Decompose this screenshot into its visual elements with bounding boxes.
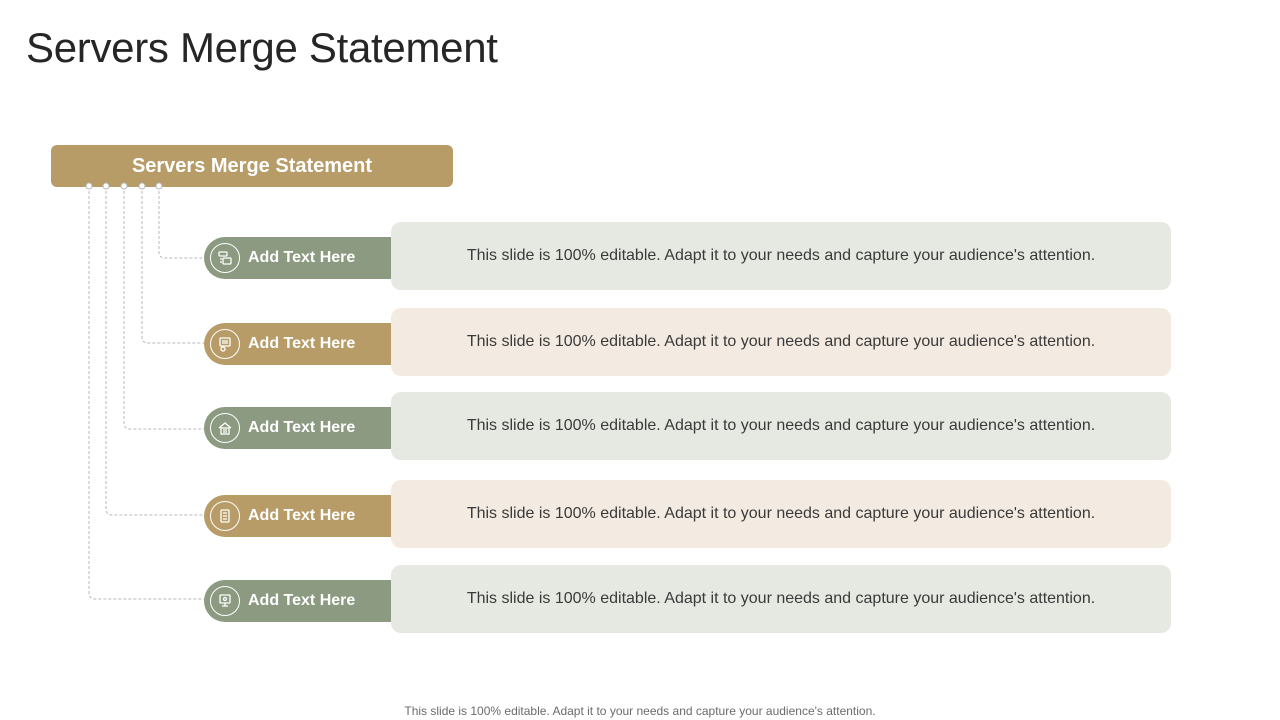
connector-line — [141, 186, 205, 344]
row-pill: Add Text Here — [204, 323, 394, 365]
row-pill: Add Text Here — [204, 495, 394, 537]
footer-note: This slide is 100% editable. Adapt it to… — [404, 704, 876, 718]
row-description: This slide is 100% editable. Adapt it to… — [391, 480, 1171, 548]
connector-dot — [85, 182, 93, 190]
row-pill: Add Text Here — [204, 407, 394, 449]
row-pill: Add Text Here — [204, 237, 394, 279]
server-stack-icon — [210, 243, 240, 273]
row-label: Add Text Here — [248, 335, 356, 352]
connector-dot — [155, 182, 163, 190]
row-label: Add Text Here — [248, 249, 356, 266]
server-monitor-icon — [210, 586, 240, 616]
data-center-icon — [210, 413, 240, 443]
server-rack-icon — [210, 501, 240, 531]
database-gear-icon — [210, 329, 240, 359]
connector-dot — [102, 182, 110, 190]
connector-line — [123, 186, 205, 430]
row-description: This slide is 100% editable. Adapt it to… — [391, 308, 1171, 376]
row-description: This slide is 100% editable. Adapt it to… — [391, 392, 1171, 460]
row-description: This slide is 100% editable. Adapt it to… — [391, 565, 1171, 633]
connector-line — [158, 186, 205, 259]
row-description: This slide is 100% editable. Adapt it to… — [391, 222, 1171, 290]
list-item: Add Text Here This slide is 100% editabl… — [204, 222, 1171, 290]
list-item: Add Text Here This slide is 100% editabl… — [204, 565, 1171, 633]
row-label: Add Text Here — [248, 507, 356, 524]
connector-dot — [120, 182, 128, 190]
list-item: Add Text Here This slide is 100% editabl… — [204, 392, 1171, 460]
connector-line — [105, 186, 205, 516]
list-item: Add Text Here This slide is 100% editabl… — [204, 308, 1171, 376]
row-label: Add Text Here — [248, 592, 356, 609]
connector-dot — [138, 182, 146, 190]
list-item: Add Text Here This slide is 100% editabl… — [204, 480, 1171, 548]
row-pill: Add Text Here — [204, 580, 394, 622]
row-label: Add Text Here — [248, 419, 356, 436]
